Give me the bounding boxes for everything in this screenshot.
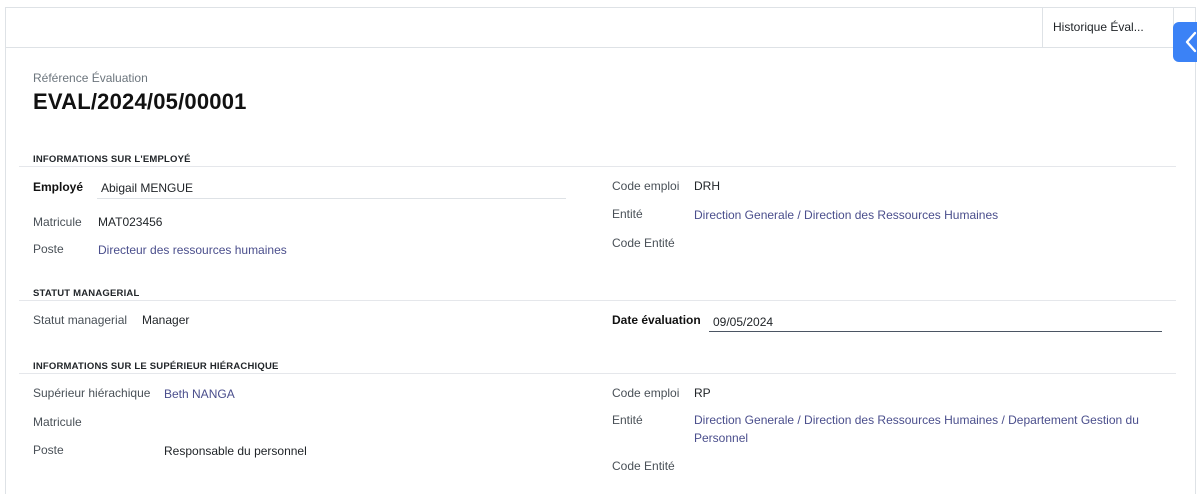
side-panel-toggle[interactable] (1173, 22, 1197, 62)
poste-label: Poste (33, 242, 64, 256)
date-evaluation-input[interactable]: 09/05/2024 (713, 315, 773, 329)
superior-poste-value: Responsable du personnel (164, 444, 307, 458)
superieur-link[interactable]: Beth NANGA (164, 387, 235, 401)
reference-value: EVAL/2024/05/00001 (33, 89, 247, 114)
employee-label: Employé (33, 180, 84, 194)
date-evaluation-label: Date évaluation (612, 313, 701, 327)
date-field-underline (709, 331, 1162, 332)
entite-link[interactable]: Direction Generale / Direction des Resso… (694, 208, 998, 222)
superior-matricule-label: Matricule (33, 415, 82, 429)
matricule-value: MAT023456 (98, 215, 163, 229)
code-emploi-value: DRH (694, 179, 720, 193)
statut-managerial-value: Manager (142, 313, 190, 327)
superior-code-entite-label: Code Entité (612, 459, 675, 473)
poste-link[interactable]: Directeur des ressources humaines (98, 243, 287, 257)
code-emploi-label: Code emploi (612, 179, 680, 193)
employee-field[interactable]: Abigail MENGUE (101, 181, 193, 195)
employee-section-title: INFORMATIONS SUR L'EMPLOYÉ (33, 154, 191, 165)
section-divider (19, 166, 1176, 167)
superior-section-title: INFORMATIONS SUR LE SUPÉRIEUR HIÉRACHIQU… (33, 361, 279, 372)
superior-code-emploi-value: RP (694, 386, 711, 400)
statut-managerial-label: Statut managerial (33, 313, 128, 327)
superior-code-emploi-label: Code emploi (612, 386, 680, 400)
chevron-left-icon (1185, 31, 1197, 53)
managerial-section-title: STATUT MANAGERIAL (33, 288, 140, 299)
superieur-label: Supérieur hiérachique (33, 386, 151, 400)
evaluation-history-button[interactable]: Historique Éval... (1042, 8, 1174, 47)
reference-label: Référence Évaluation (33, 71, 148, 85)
section-divider (19, 373, 1176, 374)
entite-label: Entité (612, 207, 643, 221)
superior-poste-label: Poste (33, 443, 64, 457)
section-divider (19, 300, 1176, 301)
button-box: Historique Éval... (6, 8, 1195, 48)
code-entite-label: Code Entité (612, 236, 675, 250)
employee-field-underline (97, 198, 566, 199)
matricule-label: Matricule (33, 215, 82, 229)
superior-entite-label: Entité (612, 413, 643, 427)
superior-entite-link[interactable]: Direction Generale / Direction des Resso… (694, 411, 1154, 447)
